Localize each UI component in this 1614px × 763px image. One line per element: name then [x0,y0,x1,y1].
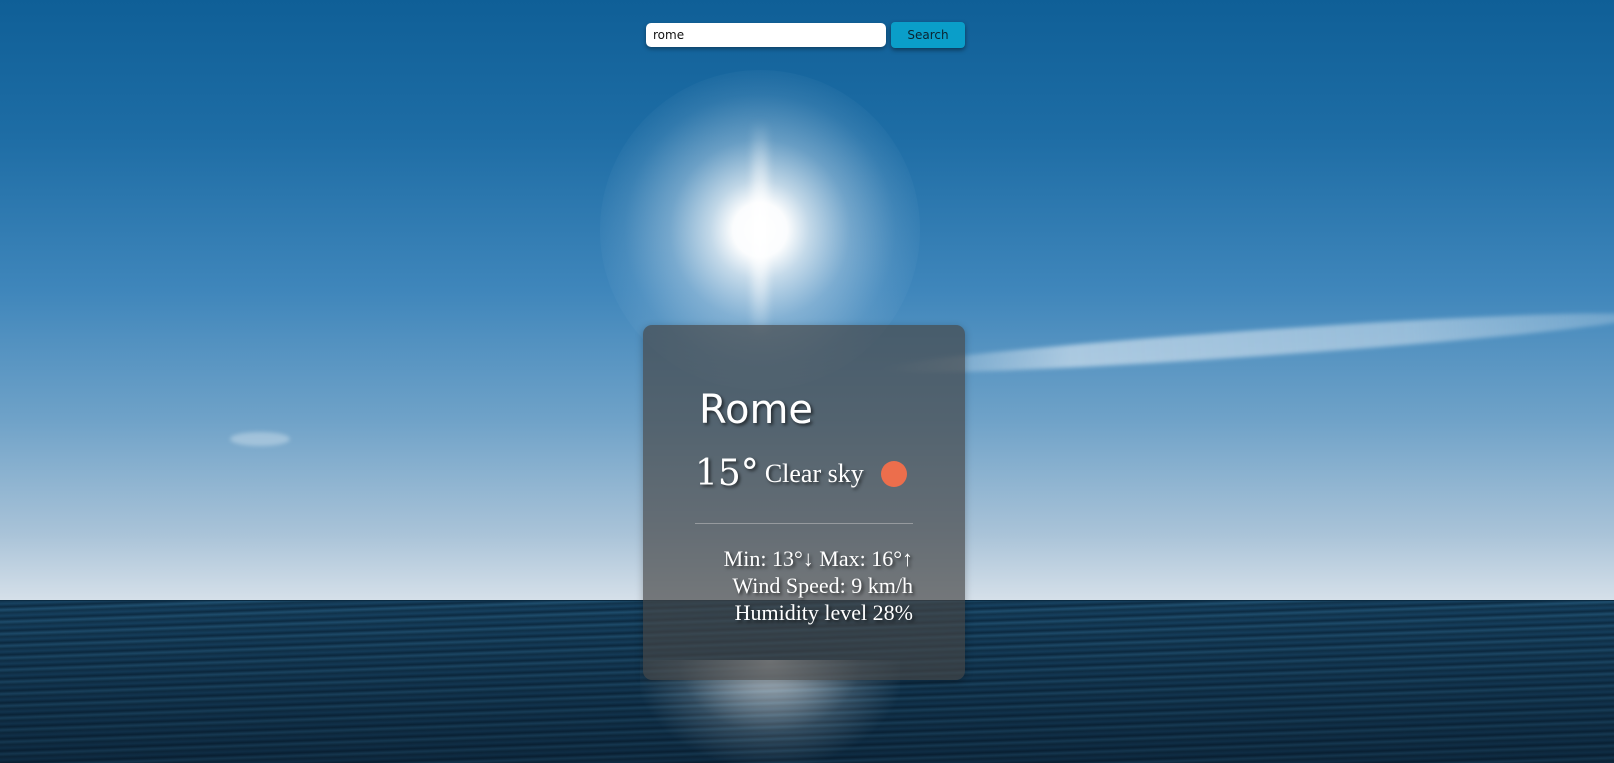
cloud-streak [880,303,1614,383]
humidity-level: Humidity level 28% [734,600,913,625]
search-bar: Search [646,22,965,48]
min-max-temperature: Min: 13°↓ Max: 16°↑ [723,546,913,571]
current-conditions: 15° Clear sky [695,453,907,494]
sun-ray [752,120,768,340]
sun-icon [880,460,907,487]
city-name: Rome [699,387,814,433]
wind-speed: Wind Speed: 9 km/h [732,573,913,598]
search-button[interactable]: Search [891,22,965,48]
cloud-small [230,432,290,446]
condition-label: Clear sky [764,458,864,488]
background-photo: Search Rome 15° Clear sky Min: 13°↓ Max:… [0,0,1614,763]
divider [695,523,913,524]
weather-details: Min: 13°↓ Max: 16°↑ Wind Speed: 9 km/h H… [724,545,913,626]
weather-card: Rome 15° Clear sky Min: 13°↓ Max: 16°↑ W… [643,325,965,680]
temperature: 15° [695,453,759,494]
search-input[interactable] [646,23,886,47]
